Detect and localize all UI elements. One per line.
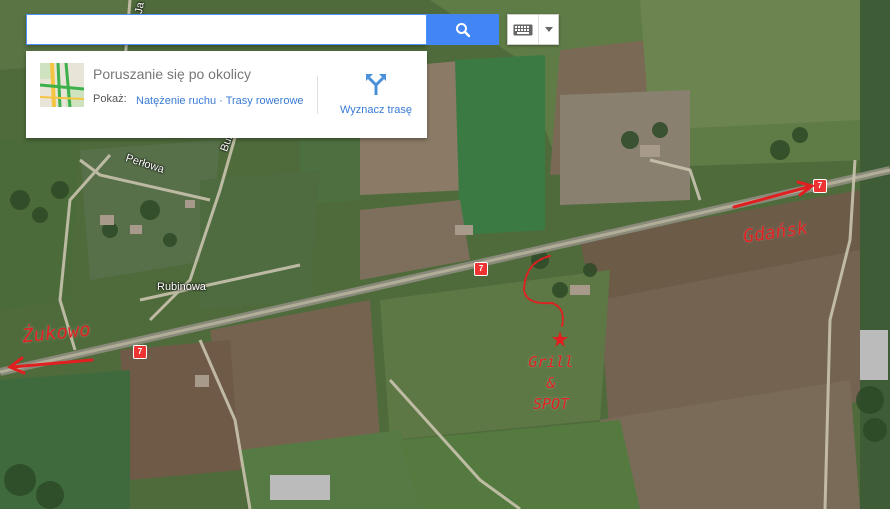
link-separator: · [216,95,226,107]
search-icon [456,22,471,37]
explore-card: Poruszanie się po okolicy Pokaż: Natężen… [26,51,427,138]
street-label-partial: Ja [132,1,147,15]
search-box[interactable] [26,14,427,45]
annotation-grill-line: Grill [528,353,574,371]
route-shield: 7 [133,345,147,359]
input-tools-dropdown[interactable] [539,27,558,32]
search-button[interactable] [427,14,499,45]
route-shield: 7 [474,262,488,276]
directions-label: Wyznacz trasę [339,104,413,116]
chevron-down-icon [544,27,553,32]
keyboard-icon [513,24,533,35]
show-label: Pokaż: [93,93,127,105]
annotation-amp-line: & [546,374,556,392]
layer-links: Natężenie ruchu · Trasy rowerowe [136,93,316,110]
annotation-spot-line: SPOT [532,395,570,413]
directions-icon [366,74,386,95]
street-label-rubinowa: Rubinowa [157,281,206,293]
card-divider [317,76,318,114]
input-tools-button[interactable] [507,14,559,45]
route-shield: 7 [813,179,827,193]
annotation-grill-spot: Grill & SPOT [518,352,584,415]
traffic-thumbnail-icon[interactable] [40,63,84,107]
bike-routes-link[interactable]: Trasy rowerowe [226,95,304,107]
traffic-link[interactable]: Natężenie ruchu [136,95,216,107]
directions-button[interactable]: Wyznacz trasę [326,73,426,116]
keyboard-button[interactable] [508,15,539,44]
explore-card-title: Poruszanie się po okolicy [93,66,251,82]
search-input[interactable] [27,15,426,44]
